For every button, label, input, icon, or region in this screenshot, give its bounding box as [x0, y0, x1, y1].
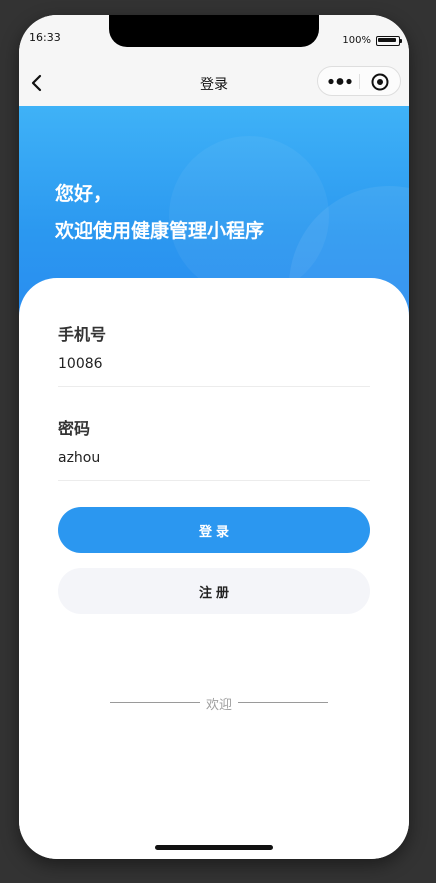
welcome-divider: 欢迎: [110, 694, 328, 713]
login-button[interactable]: 登录: [58, 507, 370, 553]
phone-screen: 16:33 100% 登录 您好， 欢迎使用健康管理小程序 手机号 10086 …: [19, 15, 409, 859]
capsule-divider: [359, 74, 360, 89]
phone-label: 手机号: [58, 325, 107, 344]
status-time: 16:33: [29, 31, 61, 44]
login-form-card: 手机号 密码 登录 注册 欢迎: [19, 278, 409, 859]
hero-greeting: 您好， 欢迎使用健康管理小程序: [55, 176, 264, 250]
battery-percentage: 100%: [342, 35, 371, 46]
welcome-text: 欢迎: [205, 698, 232, 713]
password-input[interactable]: [58, 445, 370, 471]
phone-input[interactable]: [58, 351, 370, 377]
home-indicator[interactable]: [155, 845, 273, 850]
mini-program-capsule: [317, 66, 401, 96]
target-circle-icon[interactable]: [370, 72, 390, 92]
password-label: 密码: [58, 419, 91, 438]
navigation-bar: 登录: [19, 59, 409, 106]
device-notch: [109, 15, 319, 47]
register-button[interactable]: 注册: [58, 568, 370, 614]
phone-underline: [58, 386, 370, 387]
welcome-line-right: [238, 702, 328, 703]
password-underline: [58, 480, 370, 481]
battery-icon: [376, 36, 402, 46]
more-dots-icon[interactable]: [326, 73, 354, 90]
welcome-subtitle: 欢迎使用健康管理小程序: [55, 220, 265, 242]
greeting-line: 您好，: [55, 183, 113, 205]
